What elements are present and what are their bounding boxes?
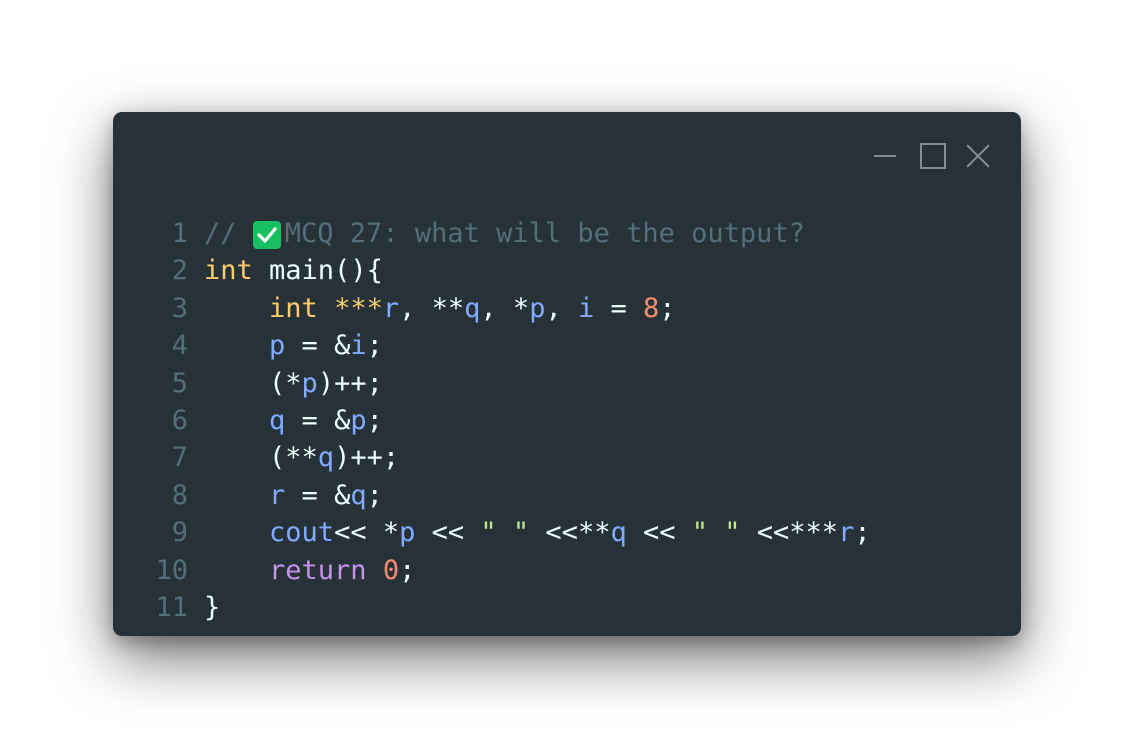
- line-number: 5: [171, 367, 188, 399]
- line-number: 2: [171, 255, 188, 287]
- code-token: }: [204, 591, 221, 623]
- code-token: , *: [480, 292, 530, 324]
- code-token: r: [269, 479, 286, 511]
- code-token: ***: [334, 292, 383, 324]
- code-token: ;: [659, 292, 676, 324]
- code-token: i: [577, 292, 595, 324]
- code-token: <<**: [529, 517, 611, 549]
- code-token: <<: [626, 517, 692, 549]
- code-token: r: [382, 292, 400, 324]
- code-content: p = &i;: [204, 327, 383, 364]
- code-line: 10 return 0;: [146, 552, 1006, 589]
- code-token: (*: [204, 367, 302, 399]
- maximize-icon[interactable]: [919, 142, 946, 170]
- code-token: q: [350, 479, 367, 511]
- code-line: 6 q = &p;: [146, 402, 1006, 439]
- code-token: q: [610, 517, 627, 549]
- code-token: ;: [399, 554, 416, 586]
- code-token: return: [269, 554, 367, 586]
- code-token: //: [204, 218, 253, 249]
- check-mark-icon: [252, 220, 281, 249]
- code-content: int main(){: [204, 252, 383, 289]
- code-token: <<: [415, 517, 481, 549]
- code-token: q: [464, 292, 481, 324]
- code-token: p: [269, 330, 286, 362]
- code-token: p: [529, 292, 546, 324]
- line-number: 8: [171, 479, 188, 511]
- code-token: i: [350, 330, 367, 362]
- code-block: 1 // MCQ 27: what will be the output? 2 int…: [146, 215, 1006, 626]
- code-content: r = &q;: [204, 477, 383, 514]
- line-number: 1: [171, 218, 188, 249]
- line-number: 6: [171, 404, 188, 436]
- code-line: 1 // MCQ 27: what will be the output?: [146, 215, 1006, 252]
- code-token: ,: [545, 292, 578, 324]
- code-token: p: [301, 367, 318, 399]
- code-token: cout: [269, 517, 335, 549]
- code-token: " ": [691, 517, 741, 549]
- code-token: MCQ 27: what will be the output?: [284, 218, 805, 249]
- code-token: main(){: [252, 255, 383, 287]
- code-token: " ": [480, 517, 530, 549]
- line-number: 10: [155, 554, 188, 586]
- code-token: p: [350, 404, 367, 436]
- code-content: // MCQ 27: what will be the output?: [204, 215, 805, 252]
- code-token: ;: [366, 404, 383, 436]
- code-token: )++;: [317, 367, 383, 399]
- code-token: )++;: [334, 442, 400, 474]
- code-token: p: [399, 517, 416, 549]
- line-number: 4: [171, 330, 188, 362]
- code-token: ;: [366, 330, 383, 362]
- line-number: 7: [171, 442, 188, 474]
- code-content: (*p)++;: [204, 365, 383, 402]
- code-token: = &: [285, 404, 351, 436]
- code-content: }: [204, 589, 220, 626]
- code-token: =: [594, 292, 644, 324]
- line-number: 11: [155, 591, 188, 623]
- code-content: return 0;: [204, 552, 415, 589]
- code-content: int ***r, **q, *p, i = 8;: [204, 290, 676, 327]
- code-token: r: [838, 517, 855, 549]
- code-token: q: [269, 404, 286, 436]
- code-token: int: [269, 292, 318, 324]
- line-number: 9: [171, 517, 188, 549]
- code-line: 3 int ***r, **q, *p, i = 8;: [146, 290, 1006, 327]
- code-line: 9 cout<< *p << " " <<**q << " " <<***r;: [146, 514, 1006, 551]
- code-content: cout<< *p << " " <<**q << " " <<***r;: [204, 514, 871, 551]
- code-line: 5 (*p)++;: [146, 365, 1006, 402]
- code-content: (**q)++;: [204, 439, 399, 476]
- code-token: 0: [382, 554, 400, 586]
- code-line: 2 int main(){: [146, 252, 1006, 289]
- code-token: 8: [643, 292, 660, 324]
- code-token: ;: [366, 479, 383, 511]
- code-line: 4 p = &i;: [146, 327, 1006, 364]
- code-token: q: [317, 442, 335, 474]
- code-token: = &: [285, 330, 351, 362]
- code-token: (**: [204, 442, 318, 474]
- code-line: 7 (**q)++;: [146, 439, 1006, 476]
- line-number: 3: [171, 292, 188, 324]
- minimize-icon[interactable]: [872, 142, 898, 170]
- code-line: 11}: [146, 589, 1006, 626]
- close-icon[interactable]: [964, 142, 990, 170]
- code-content: q = &p;: [204, 402, 383, 439]
- code-token: , **: [399, 292, 465, 324]
- code-line: 8 r = &q;: [146, 477, 1006, 514]
- code-token: ;: [854, 517, 871, 549]
- code-token: = &: [285, 479, 351, 511]
- code-token: <<***: [740, 517, 839, 549]
- code-token: << *: [334, 517, 400, 549]
- code-token: int: [204, 255, 253, 287]
- window-controls: [872, 142, 992, 170]
